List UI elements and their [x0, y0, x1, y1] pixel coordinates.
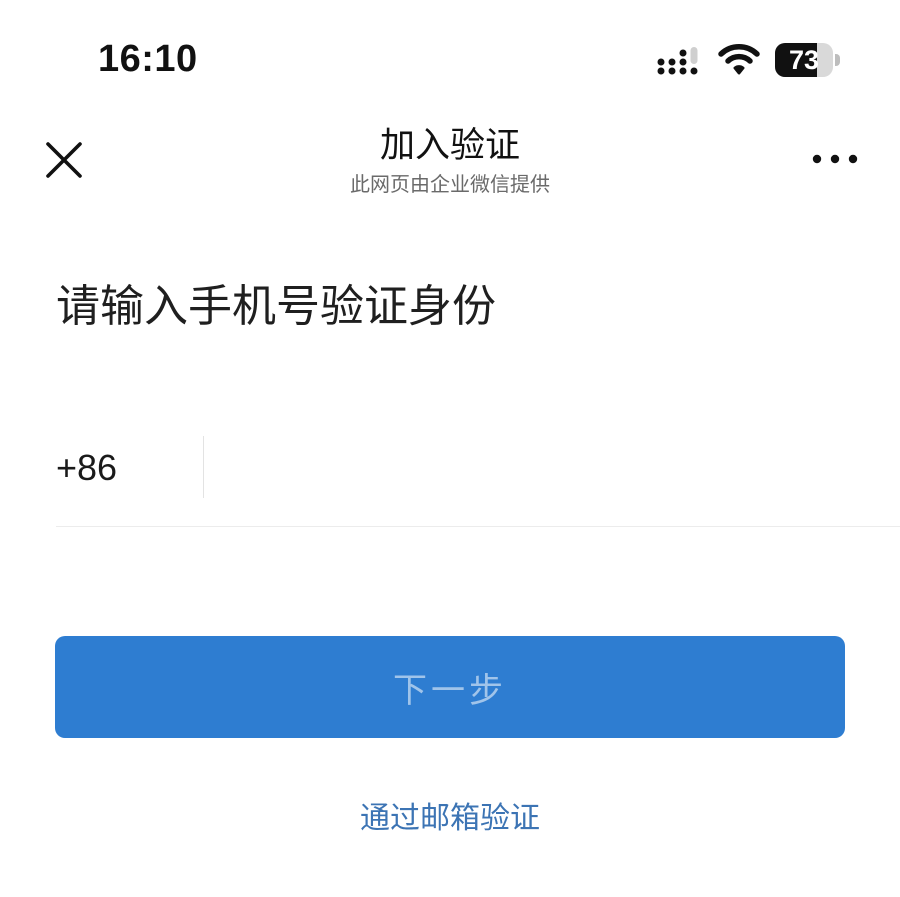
page-title: 加入验证 — [379, 126, 520, 166]
cellular-signal-icon — [657, 47, 698, 75]
status-bar: 16:10 73 — [0, 0, 900, 110]
next-step-button[interactable]: 下一步 — [55, 636, 845, 738]
form-heading: 请输入手机号验证身份 — [56, 281, 496, 332]
verify-by-email-link[interactable]: 通过邮箱验证 — [250, 797, 650, 841]
phone-number-input[interactable] — [224, 440, 888, 496]
battery-level: 73 — [788, 45, 820, 75]
country-code-selector[interactable]: +86 — [56, 446, 117, 490]
battery-icon: 73 — [775, 43, 841, 77]
close-icon[interactable] — [42, 138, 86, 182]
status-time: 16:10 — [98, 38, 198, 80]
phone-field-row: +86 — [56, 436, 900, 527]
battery-body: 73 — [775, 43, 833, 77]
page-subtitle: 此网页由企业微信提供 — [350, 172, 550, 196]
battery-cap — [835, 54, 840, 66]
more-dots-icon[interactable] — [810, 148, 860, 170]
field-divider — [203, 436, 204, 498]
wifi-icon — [718, 44, 760, 75]
nav-title-block: 加入验证 此网页由企业微信提供 — [200, 120, 700, 196]
